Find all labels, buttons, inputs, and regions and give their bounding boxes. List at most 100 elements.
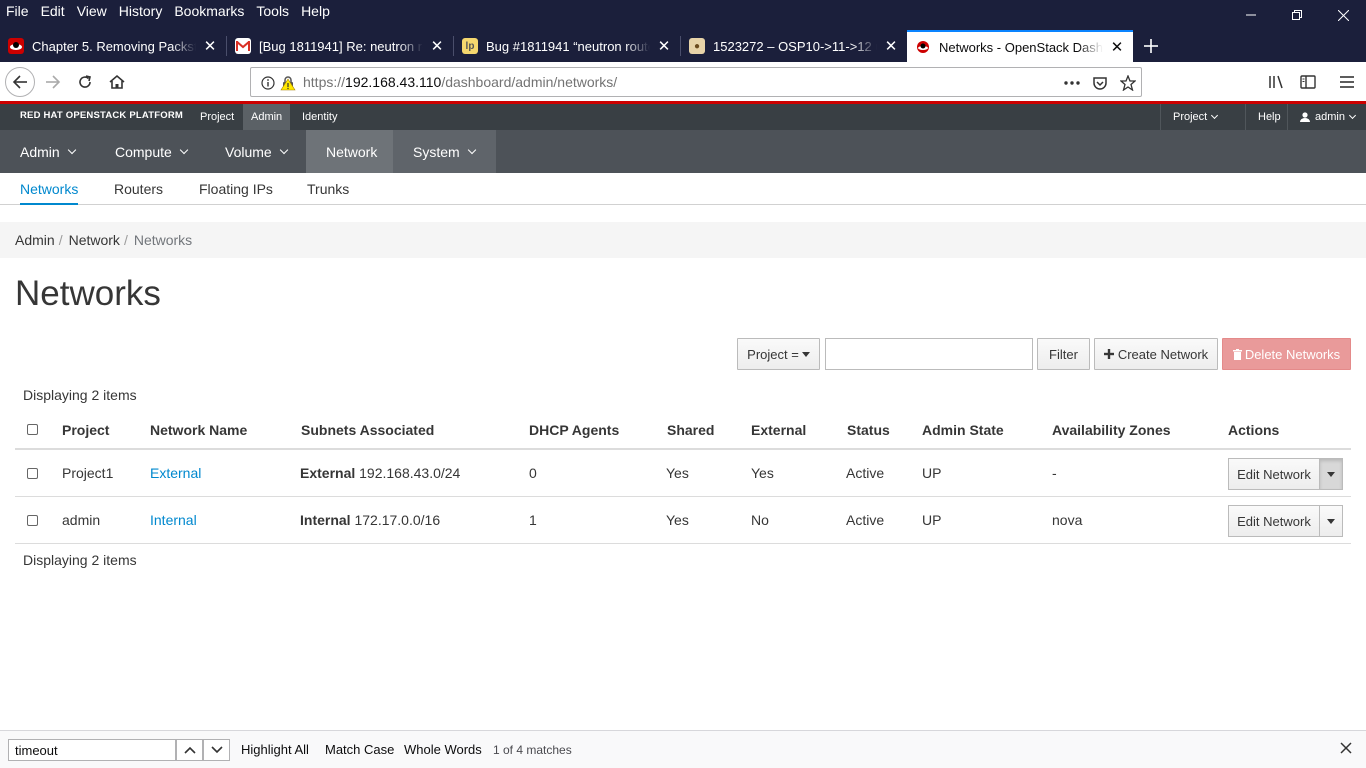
menu-help[interactable]: Help (295, 0, 336, 22)
user-menu[interactable]: admin (1287, 104, 1366, 130)
chevron-up-icon (183, 746, 196, 754)
tab-close-icon[interactable]: ✕ (429, 37, 445, 55)
tab-trunks[interactable]: Trunks (307, 173, 349, 205)
chevron-down-icon (179, 145, 189, 154)
browser-tab-active[interactable]: Networks - OpenStack Dashboard ✕ (907, 30, 1133, 62)
create-network-button[interactable]: Create Network (1094, 338, 1218, 370)
item-count-top: Displaying 2 items (23, 387, 137, 403)
help-link[interactable]: Help (1245, 104, 1293, 130)
delete-networks-button[interactable]: Delete Networks (1222, 338, 1351, 370)
match-case-toggle[interactable]: Match Case (325, 742, 394, 757)
find-previous-button[interactable] (176, 739, 203, 761)
column-header-network-name[interactable]: Network Name (150, 422, 247, 438)
tab-close-icon[interactable]: ✕ (656, 37, 672, 55)
column-header-admin-state[interactable]: Admin State (922, 422, 1004, 438)
menu-file[interactable]: File (0, 0, 35, 22)
breadcrumb-admin[interactable]: Admin (15, 232, 55, 248)
cell-network-name: Internal (150, 512, 197, 528)
row-actions-dropdown[interactable] (1320, 459, 1342, 489)
column-header-subnets[interactable]: Subnets Associated (301, 422, 434, 438)
new-tab-button[interactable] (1133, 30, 1169, 62)
url-scheme: https:// (303, 74, 346, 90)
filter-input[interactable] (825, 338, 1033, 370)
filter-button[interactable]: Filter (1037, 338, 1090, 370)
topnav-project[interactable]: Project (192, 104, 242, 130)
whole-words-toggle[interactable]: Whole Words (404, 742, 482, 757)
browser-tab[interactable]: Chapter 5. Removing Packstack Deployment… (0, 30, 226, 62)
page-actions-icon[interactable] (1063, 74, 1081, 92)
pocket-icon[interactable] (1091, 74, 1109, 92)
topnav-identity[interactable]: Identity (294, 104, 345, 130)
browser-titlebar: File Edit View History Bookmarks Tools H… (0, 0, 1366, 62)
close-find-bar-button[interactable] (1340, 742, 1352, 757)
tab-close-icon[interactable]: ✕ (202, 37, 218, 55)
filter-field-dropdown[interactable]: Project = (737, 338, 820, 370)
tab-routers[interactable]: Routers (114, 173, 163, 205)
menu-history[interactable]: History (113, 0, 169, 22)
sidebar-button[interactable] (1293, 67, 1323, 97)
column-header-external[interactable]: External (751, 422, 806, 438)
network-name-link[interactable]: Internal (150, 512, 197, 528)
network-name-link[interactable]: External (150, 465, 201, 481)
find-input[interactable] (8, 739, 176, 761)
select-all-checkbox[interactable] (27, 424, 38, 435)
library-button[interactable] (1262, 67, 1292, 97)
column-header-availability-zones[interactable]: Availability Zones (1052, 422, 1171, 438)
menu-tools[interactable]: Tools (250, 0, 295, 22)
breadcrumb-network[interactable]: Network (69, 232, 120, 248)
library-icon (1269, 75, 1283, 89)
hamburger-menu-button[interactable] (1332, 67, 1362, 97)
url-bar[interactable]: https://192.168.43.110/dashboard/admin/n… (250, 67, 1142, 97)
mainnav-network[interactable]: Network (306, 130, 393, 173)
project-dropdown[interactable]: Project (1160, 104, 1229, 130)
window-controls (1228, 0, 1366, 30)
gmail-favicon-icon (235, 38, 251, 54)
row-checkbox[interactable] (27, 468, 38, 479)
tab-floating-ips[interactable]: Floating IPs (199, 173, 273, 205)
restore-button[interactable] (1274, 0, 1320, 30)
menu-bookmarks[interactable]: Bookmarks (168, 0, 250, 22)
edit-network-button[interactable]: Edit Network (1229, 459, 1320, 489)
column-header-actions: Actions (1228, 422, 1280, 438)
browser-tab[interactable]: lp Bug #1811941 “neutron routers are in … (454, 30, 680, 62)
highlight-all-toggle[interactable]: Highlight All (241, 742, 309, 757)
mainnav-compute[interactable]: Compute (95, 130, 207, 173)
browser-tab[interactable]: [Bug 1811941] Re: neutron routers ✕ (227, 30, 453, 62)
row-actions-dropdown[interactable] (1320, 506, 1342, 536)
reload-button[interactable] (70, 67, 100, 97)
column-header-dhcp-agents[interactable]: DHCP Agents (529, 422, 619, 438)
tab-close-icon[interactable]: ✕ (883, 37, 899, 55)
insecure-lock-icon[interactable] (279, 74, 297, 92)
find-next-button[interactable] (203, 739, 230, 761)
mainnav-system[interactable]: System (393, 130, 496, 173)
forward-button[interactable] (38, 67, 68, 97)
brand-logo[interactable]: RED HAT OPENSTACK PLATFORM (20, 110, 183, 121)
url-host: 192.168.43.110 (345, 74, 442, 90)
tab-close-icon[interactable]: ✕ (1109, 38, 1125, 56)
close-icon (1340, 742, 1352, 754)
column-header-shared[interactable]: Shared (667, 422, 714, 438)
row-actions: Edit Network (1228, 458, 1343, 490)
home-button[interactable] (102, 67, 132, 97)
edit-network-button[interactable]: Edit Network (1229, 506, 1320, 536)
project-dropdown-label: Project (1173, 111, 1208, 123)
mainnav-admin[interactable]: Admin (0, 130, 95, 173)
minimize-button[interactable] (1228, 0, 1274, 30)
bookmark-star-icon[interactable] (1119, 74, 1137, 92)
column-header-status[interactable]: Status (847, 422, 890, 438)
column-header-project[interactable]: Project (62, 422, 109, 438)
back-button[interactable] (5, 67, 35, 97)
mainnav-volume[interactable]: Volume (205, 130, 307, 173)
browser-menubar: File Edit View History Bookmarks Tools H… (0, 0, 336, 22)
cell-status: Active (846, 465, 885, 481)
breadcrumb-separator: / (58, 232, 63, 248)
tab-networks[interactable]: Networks (20, 173, 79, 205)
row-checkbox[interactable] (27, 515, 38, 526)
info-icon[interactable] (259, 74, 277, 92)
close-window-button[interactable] (1320, 0, 1366, 30)
browser-tab[interactable]: ● 1523272 – OSP10->11->12 upgrade ✕ (681, 30, 907, 62)
menu-view[interactable]: View (71, 0, 113, 22)
topnav-admin[interactable]: Admin (243, 104, 291, 130)
minimize-icon (1246, 14, 1256, 16)
menu-edit[interactable]: Edit (35, 0, 71, 22)
